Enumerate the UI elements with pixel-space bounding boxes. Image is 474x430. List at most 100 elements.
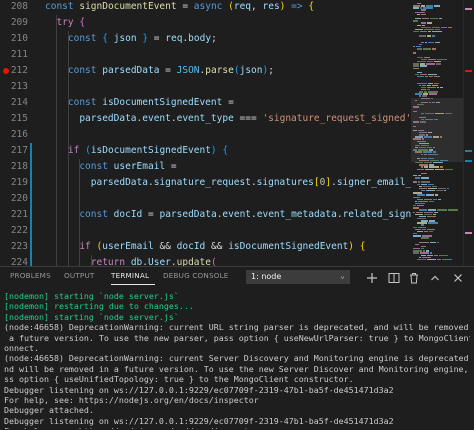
line-number: 222 — [10, 225, 28, 236]
terminal-line: Debugger listening on ws://127.0.0.1:922… — [4, 415, 394, 426]
line-number: 215 — [10, 113, 28, 124]
line-number: 221 — [10, 209, 28, 220]
line-number: 210 — [10, 33, 28, 44]
indent-guide — [56, 15, 58, 266]
split-terminal-icon[interactable] — [387, 270, 401, 284]
minimap-line — [436, 190, 443, 192]
minimap-line — [437, 241, 439, 244]
minimap-line — [432, 48, 436, 50]
minimap-line — [417, 168, 424, 170]
minimap-line — [437, 86, 439, 89]
minimap-slider[interactable] — [411, 98, 463, 162]
minimap-line — [425, 168, 434, 170]
minimap-line — [445, 168, 453, 170]
minimap-line — [413, 52, 416, 54]
minimap-line — [426, 194, 434, 196]
line-number: 224 — [10, 257, 28, 266]
minimap-line — [430, 18, 438, 20]
tab-output[interactable]: OUTPUT — [64, 271, 95, 280]
terminal-line: nd will be removed in a future version. … — [4, 363, 470, 374]
terminal-select[interactable]: 1: node ⌄ — [246, 270, 350, 284]
terminal-line: For help, see: https://nodejs.org/en/doc… — [4, 395, 259, 406]
minimap-line — [417, 258, 426, 261]
code-area[interactable]: const signDocumentEvent = async (req, re… — [45, 0, 411, 266]
minimap-line — [425, 41, 427, 44]
minimap-line — [417, 230, 423, 233]
minimap-line — [442, 258, 452, 261]
minimap-line — [417, 13, 420, 16]
minimap-line — [447, 187, 449, 190]
minimap-line — [417, 76, 424, 78]
chevron-down-icon: ⌄ — [340, 271, 345, 280]
line-number: 214 — [10, 97, 28, 108]
minimap-line — [423, 48, 431, 50]
minimap-line — [434, 5, 440, 7]
minimap-line — [413, 20, 418, 22]
minimap-line — [413, 30, 419, 33]
code-line: if (isDocumentSignedEvent) { — [67, 145, 229, 156]
minimap-line — [427, 215, 436, 218]
terminal-line: (node:46658) DeprecationWarning: current… — [4, 322, 470, 333]
panel-header: PROBLEMS OUTPUT TERMINAL DEBUG CONSOLE 1… — [0, 267, 474, 287]
minimap-line — [422, 18, 429, 20]
minimap-line — [435, 41, 440, 44]
terminal-line: onnect. — [4, 343, 39, 354]
breakpoint-icon[interactable] — [3, 68, 9, 74]
tab-debug-console[interactable]: DEBUG CONSOLE — [163, 271, 229, 280]
minimap-line — [429, 200, 434, 203]
terminal-output[interactable]: [nodemon] starting `node server.js` [node… — [4, 291, 470, 429]
minimap-line — [427, 22, 432, 24]
line-number: 209 — [10, 17, 28, 28]
minimap-line — [434, 254, 438, 256]
minimap-line — [439, 18, 442, 20]
editor-scrollbar[interactable] — [463, 0, 474, 266]
line-number: 216 — [10, 129, 28, 140]
close-icon[interactable] — [451, 270, 465, 284]
minimap-line — [421, 237, 429, 239]
overview-ruler-mark — [465, 232, 472, 234]
overview-ruler-mark — [465, 160, 472, 162]
code-line: const docId = parsedData.event.event_met… — [79, 209, 411, 220]
bottom-panel: PROBLEMS OUTPUT TERMINAL DEBUG CONSOLE 1… — [0, 266, 474, 430]
line-number: 223 — [10, 241, 28, 252]
overview-ruler-mark — [465, 150, 472, 152]
terminal-select-value: 1: node — [251, 272, 282, 281]
code-line: const signDocumentEvent = async (req, re… — [45, 1, 315, 12]
minimap-line — [420, 65, 427, 67]
overview-ruler-mark — [465, 70, 472, 72]
minimap-line — [439, 254, 448, 256]
minimap-line — [429, 230, 433, 233]
minimap-line — [413, 7, 419, 9]
code-line: const { json } = req.body; — [67, 33, 217, 44]
minimap-line — [441, 26, 447, 29]
minimap-line — [429, 76, 433, 78]
minimap-line — [448, 26, 452, 29]
line-number: 217 — [10, 145, 28, 156]
chevron-up-icon[interactable] — [428, 270, 442, 284]
code-line: return db.User.update( — [90, 257, 217, 266]
trash-icon[interactable] — [407, 270, 421, 284]
minimap-line — [428, 30, 431, 33]
add-terminal-icon[interactable] — [365, 270, 379, 284]
minimap-line — [444, 190, 446, 192]
minimap-line — [448, 209, 458, 211]
overview-ruler-mark — [465, 8, 472, 10]
code-line: try { — [56, 17, 86, 28]
minimap-line — [429, 93, 437, 95]
git-change-indicator — [30, 143, 32, 266]
terminal-line: Debugger attached. — [4, 405, 94, 416]
minimap-line — [413, 235, 421, 237]
minimap-line — [433, 162, 443, 164]
minimap-line — [417, 48, 422, 50]
line-number-gutter[interactable]: 208 209 210 211 212 213 214 215 216 217 218 219 220 2… — [0, 0, 34, 266]
minimap-line — [438, 198, 441, 201]
tab-problems[interactable]: PROBLEMS — [10, 271, 51, 280]
minimap-line — [434, 76, 440, 78]
code-editor[interactable]: 208 209 210 211 212 213 214 215 216 217 218 219 220 2… — [0, 0, 474, 266]
terminal-line: [nodemon] starting `node server.js` — [4, 291, 179, 301]
tab-terminal[interactable]: TERMINAL — [111, 271, 149, 280]
terminal-line: [nodemon] starting `node server.js` — [4, 311, 179, 322]
minimap-line — [413, 252, 419, 254]
terminal-line: ss option { useUnifiedTopology: true } t… — [4, 374, 354, 385]
active-tab-indicator — [111, 284, 155, 285]
